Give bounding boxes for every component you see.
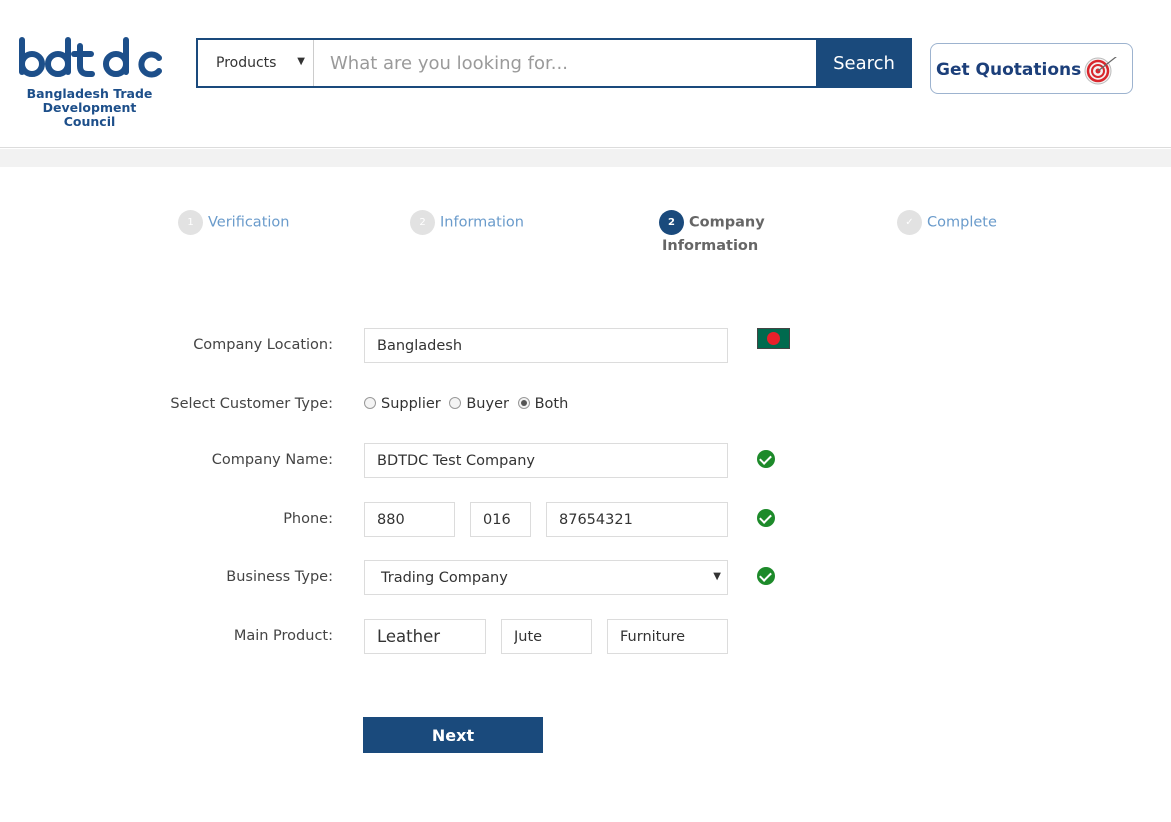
valid-check-icon	[757, 450, 775, 468]
step-number: 2	[410, 210, 435, 235]
check-icon: ✓	[897, 210, 922, 235]
company-name-label: Company Name:	[211, 452, 333, 468]
business-type-value: Trading Company	[381, 570, 508, 586]
search-button[interactable]: Search	[816, 38, 912, 88]
bdtdc-logo[interactable]: Bangladesh Trade Development Council	[17, 36, 167, 129]
both-radio-label: Both	[534, 396, 569, 412]
company-location-input[interactable]	[364, 328, 728, 363]
progress-steps: 1 Verification 2 Information 2 Company Info…	[0, 210, 1171, 270]
step-complete: ✓ Complete	[897, 210, 997, 235]
phone-area-code-input[interactable]	[470, 502, 531, 537]
company-name-input[interactable]	[364, 443, 728, 478]
step-number: 1	[178, 210, 203, 235]
buyer-radio-label: Buyer	[466, 396, 509, 412]
bangladesh-flag-icon	[757, 328, 790, 349]
main-product-input-3[interactable]	[607, 619, 728, 654]
step-label-line2: Information	[662, 238, 759, 254]
search-category-select[interactable]: Products ▼	[198, 40, 314, 86]
step-company-information: 2 Company Information	[659, 210, 765, 258]
search-bar: Products ▼ Search	[196, 38, 912, 88]
main-product-input-2[interactable]	[501, 619, 592, 654]
phone-label: Phone:	[283, 511, 333, 527]
customer-type-radio-group: Supplier Buyer Both	[364, 396, 572, 412]
customer-type-label: Select Customer Type:	[170, 396, 333, 412]
both-radio[interactable]	[517, 397, 530, 409]
step-number: 2	[659, 210, 684, 235]
phone-country-code-input[interactable]	[364, 502, 455, 537]
step-information[interactable]: 2 Information	[410, 210, 524, 235]
step-label: Complete	[927, 214, 997, 231]
supplier-radio[interactable]	[364, 397, 376, 409]
business-type-label: Business Type:	[226, 569, 333, 585]
main-product-input-1[interactable]	[364, 619, 486, 654]
get-quotations-label: Get Quotations	[936, 60, 1082, 80]
supplier-radio-label: Supplier	[381, 396, 441, 412]
valid-check-icon	[757, 509, 775, 527]
get-quotations-button[interactable]: Get Quotations	[930, 43, 1133, 94]
chevron-down-icon: ▼	[713, 571, 721, 582]
valid-check-icon	[757, 567, 775, 585]
company-location-label: Company Location:	[193, 337, 333, 353]
header: Bangladesh Trade Development Council Pro…	[0, 0, 1171, 148]
phone-number-input[interactable]	[546, 502, 728, 537]
logo-subtitle-line2: Development Council	[42, 100, 137, 129]
chevron-down-icon: ▼	[297, 56, 305, 67]
logo-subtitle: Bangladesh Trade Development Council	[17, 87, 162, 129]
step-label: Information	[440, 214, 524, 231]
search-input[interactable]	[314, 40, 816, 86]
target-icon	[1084, 57, 1117, 85]
step-label-line1: Company	[689, 214, 765, 231]
bdtdc-logo-mark	[19, 37, 162, 78]
logo-subtitle-line1: Bangladesh Trade	[26, 86, 153, 101]
business-type-select[interactable]: Trading Company ▼	[364, 560, 728, 595]
next-button[interactable]: Next	[363, 717, 543, 753]
search-category-value: Products	[216, 55, 277, 71]
step-label: Verification	[208, 214, 290, 231]
main-product-label: Main Product:	[233, 628, 333, 644]
header-divider-band	[0, 149, 1171, 167]
step-verification[interactable]: 1 Verification	[178, 210, 289, 235]
buyer-radio[interactable]	[449, 397, 462, 409]
